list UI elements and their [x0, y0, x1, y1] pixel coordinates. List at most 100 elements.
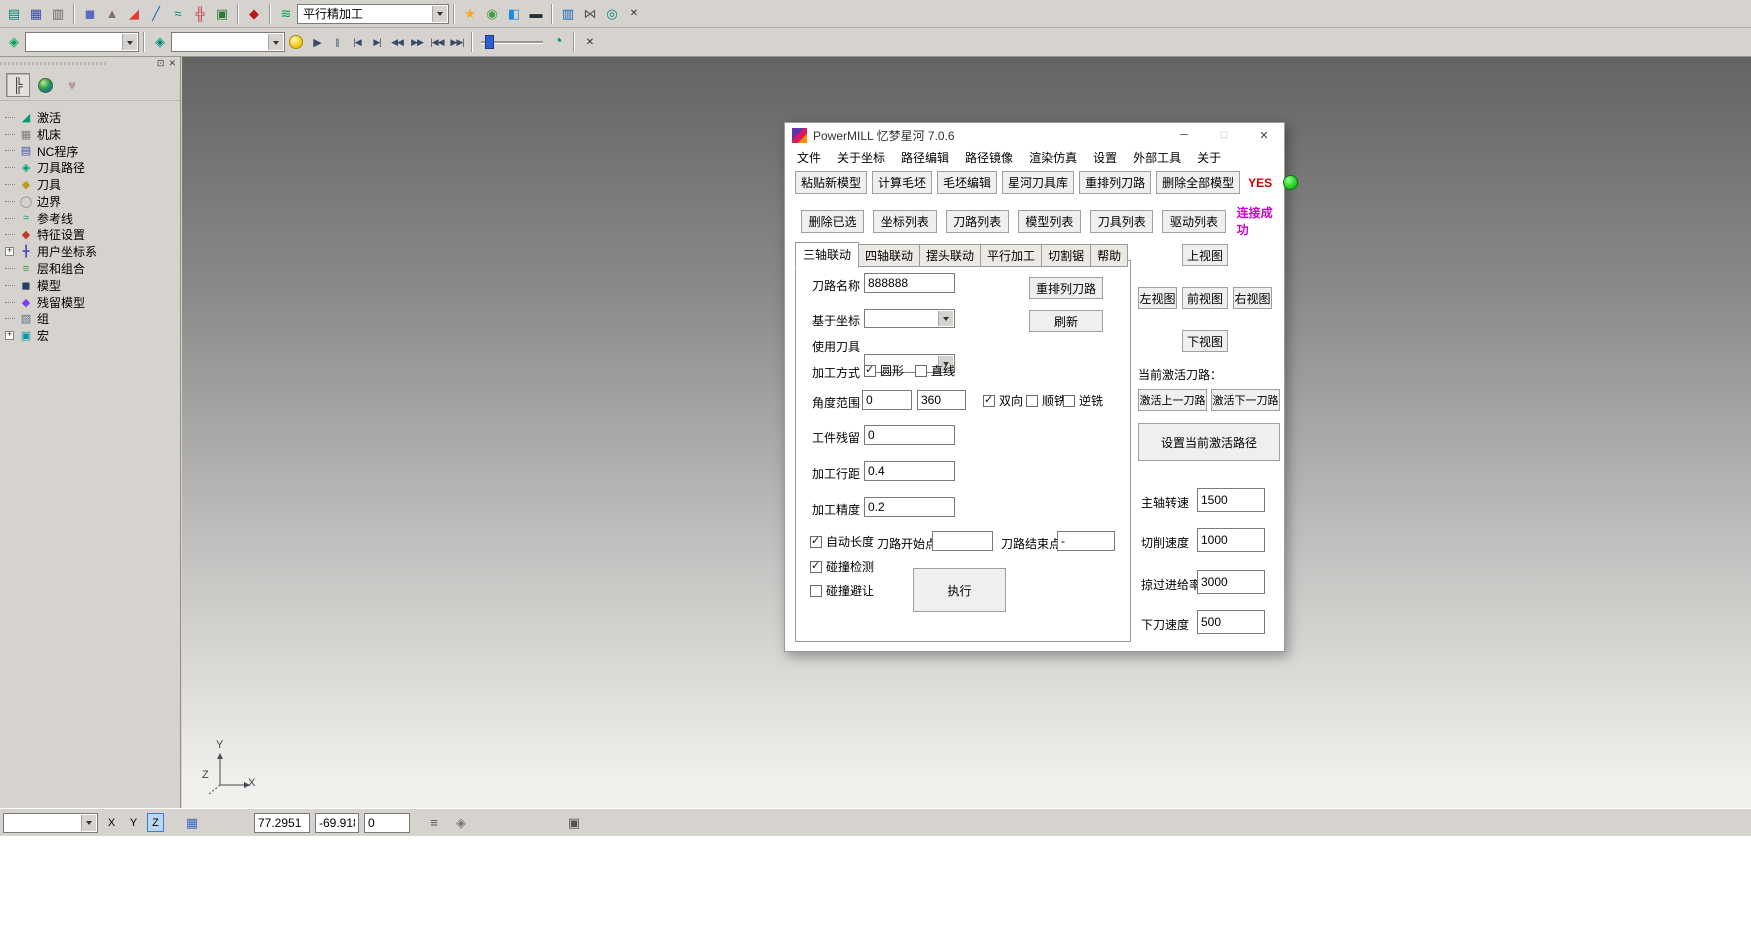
tab-4axis[interactable]: 四轴联动	[858, 244, 920, 267]
clip-icon[interactable]: ⋈	[579, 3, 601, 25]
base-coord-combo[interactable]	[864, 309, 955, 328]
tolerance-input[interactable]	[864, 497, 955, 517]
group-icon[interactable]: ▣	[211, 3, 233, 25]
tab-saw[interactable]: 切割锯	[1041, 244, 1091, 267]
slider-handle[interactable]	[485, 35, 494, 49]
chevron-down-icon[interactable]	[938, 311, 953, 326]
menu-file[interactable]: 文件	[789, 147, 829, 168]
chevron-down-icon[interactable]	[432, 6, 447, 22]
view-left-button[interactable]: 左视图	[1138, 287, 1177, 309]
toolbar-close-icon[interactable]: ✕	[623, 3, 645, 25]
simulate-icon[interactable]: ◉	[481, 3, 503, 25]
pane-icon[interactable]: ▣	[563, 813, 585, 833]
menu-render-sim[interactable]: 渲染仿真	[1021, 147, 1085, 168]
play-button[interactable]: ▶	[307, 32, 327, 52]
tree-item-patterns[interactable]: ≈参考线	[5, 210, 180, 227]
chevron-down-icon[interactable]	[81, 815, 96, 831]
activate-next-toolpath-button[interactable]: 激活下一刀路	[1211, 389, 1280, 411]
checkbox-box[interactable]	[1063, 395, 1075, 407]
minimize-icon[interactable]: ─	[1164, 123, 1204, 147]
close-icon[interactable]: ✕	[1244, 123, 1284, 147]
tree-item-macros[interactable]: ▣宏	[5, 327, 180, 344]
angle-end-input[interactable]	[917, 390, 966, 410]
probe-icon[interactable]: ◈	[450, 813, 472, 833]
strategy-icon[interactable]: ≋	[275, 3, 297, 25]
toolpath-select-icon[interactable]: ◈	[3, 31, 25, 53]
rearrange-button[interactable]: 重排列刀路	[1029, 277, 1103, 299]
stats-icon[interactable]: ▥	[557, 3, 579, 25]
fast-forward-button[interactable]: ▶▶	[407, 32, 427, 52]
favorites-heart-icon[interactable]: ♥	[60, 73, 84, 97]
rewind-button[interactable]: ◀◀	[387, 32, 407, 52]
coord-y-input[interactable]	[315, 813, 359, 833]
tool-icon[interactable]: ◆	[243, 3, 265, 25]
drive-list-button[interactable]: 驱动列表	[1162, 210, 1225, 233]
tree-item-toolpaths[interactable]: ◈刀具路径	[5, 159, 180, 176]
checkbox-box[interactable]	[810, 536, 822, 548]
tree-item-stock-models[interactable]: ◆残留模型	[5, 294, 180, 311]
list-icon[interactable]: ≡	[423, 813, 445, 833]
block-edit-button[interactable]: 毛坯编辑	[937, 171, 997, 194]
view-top-button[interactable]: 上视图	[1182, 244, 1228, 266]
view-right-button[interactable]: 右视图	[1233, 287, 1272, 309]
tool-library-button[interactable]: 星河刀具库	[1002, 171, 1074, 194]
checkbox-box[interactable]	[983, 395, 995, 407]
tree-item-levels-sets[interactable]: ≡层和组合	[5, 260, 180, 277]
toolbar-close-icon[interactable]: ✕	[579, 31, 601, 53]
move-icon[interactable]: ╬	[189, 3, 211, 25]
skim-feed-input[interactable]	[1197, 570, 1265, 594]
grid-icon[interactable]: ▦	[181, 813, 203, 833]
bidirectional-checkbox[interactable]: 双向	[983, 392, 1023, 409]
globe-icon[interactable]	[33, 73, 57, 97]
calculator-icon[interactable]: ▬	[525, 3, 547, 25]
draft-icon[interactable]: ◢	[123, 3, 145, 25]
panel-float-icon[interactable]: ⊡	[157, 59, 165, 68]
spindle-speed-input[interactable]	[1197, 488, 1265, 512]
tree-item-nc-programs[interactable]: ▤NC程序	[5, 143, 180, 160]
y-axis-toggle[interactable]: Y	[125, 813, 142, 832]
view-bottom-button[interactable]: 下视图	[1182, 330, 1228, 352]
conventional-mill-checkbox[interactable]: 逆铣	[1063, 392, 1103, 409]
go-to-end-button[interactable]: ▶▶|	[447, 32, 467, 52]
checkbox-box[interactable]	[864, 365, 876, 377]
coord-list-button[interactable]: 坐标列表	[873, 210, 936, 233]
menu-external-tools[interactable]: 外部工具	[1125, 147, 1189, 168]
toolpath-name-input[interactable]	[864, 273, 955, 293]
strategy-combo[interactable]: 平行精加工	[297, 4, 449, 24]
cutting-feed-input[interactable]	[1197, 528, 1265, 552]
end-point-input[interactable]	[1057, 531, 1115, 551]
block-icon[interactable]: ◼	[79, 3, 101, 25]
lightbulb-icon[interactable]	[285, 31, 307, 53]
tool-combo[interactable]	[171, 32, 285, 52]
stock-allowance-input[interactable]	[864, 425, 955, 445]
checkbox-box[interactable]	[915, 365, 927, 377]
tab-parallel[interactable]: 平行加工	[980, 244, 1042, 267]
compute-block-button[interactable]: 计算毛坯	[872, 171, 932, 194]
plunge-feed-input[interactable]	[1197, 610, 1265, 634]
checkbox-box[interactable]	[810, 585, 822, 597]
chevron-down-icon[interactable]	[268, 34, 283, 50]
set-active-path-button[interactable]: 设置当前激活路径	[1138, 423, 1280, 461]
chevron-down-icon[interactable]	[122, 34, 137, 50]
tree-item-feature-sets[interactable]: ◆特征设置	[5, 227, 180, 244]
toolpath-combo[interactable]	[25, 32, 139, 52]
checkbox-box[interactable]	[1026, 395, 1038, 407]
coord-x-input[interactable]	[254, 813, 310, 833]
simulation-speed-slider[interactable]	[481, 33, 543, 51]
tree-item-workplanes[interactable]: ╋用户坐标系	[5, 243, 180, 260]
tree-item-models[interactable]: ◼模型	[5, 277, 180, 294]
menu-path-edit[interactable]: 路径编辑	[893, 147, 957, 168]
checkbox-box[interactable]	[810, 561, 822, 573]
viewmill-icon[interactable]: ◎	[601, 3, 623, 25]
explorer-tree-icon[interactable]: ╠	[6, 73, 30, 97]
pencil-icon[interactable]: ╱	[145, 3, 167, 25]
maximize-icon[interactable]: □	[1204, 123, 1244, 147]
z-axis-toggle[interactable]: Z	[147, 813, 164, 832]
print-icon[interactable]: ▥	[47, 3, 69, 25]
tree-item-boundaries[interactable]: ◯边界	[5, 193, 180, 210]
menu-about[interactable]: 关于	[1189, 147, 1229, 168]
collision-avoid-checkbox[interactable]: 碰撞避让	[810, 582, 874, 599]
line-checkbox[interactable]: 直线	[915, 362, 955, 379]
toolpath-list-button[interactable]: 刀路列表	[946, 210, 1009, 233]
tool-list-button[interactable]: 刀具列表	[1090, 210, 1153, 233]
